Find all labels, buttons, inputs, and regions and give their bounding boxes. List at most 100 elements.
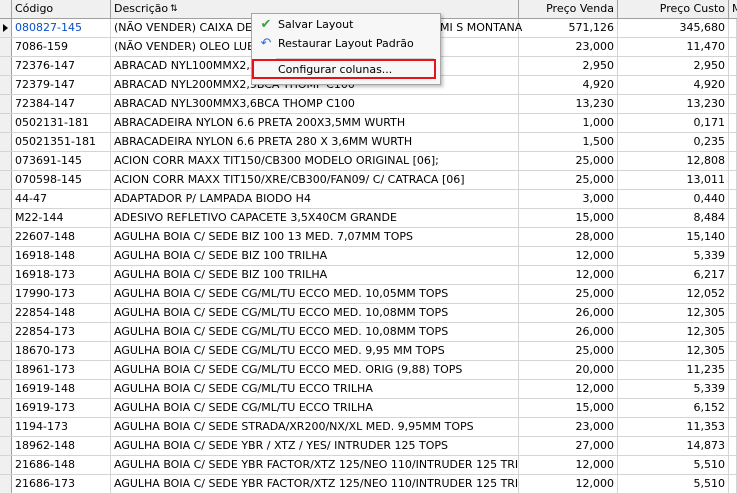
cell-preco-venda[interactable]: 1,000 (519, 114, 618, 132)
cell-descricao[interactable]: ACION CORR MAXX TIT150/XRE/CB300/FAN09/ … (111, 171, 519, 189)
table-row[interactable]: 16918-173 AGULHA BOIA C/ SEDE BIZ 100 TRI… (0, 266, 737, 285)
cell-preco-venda[interactable]: 25,000 (519, 342, 618, 360)
cell-preco-custo[interactable]: 0,235 (618, 133, 729, 151)
cell-extra[interactable] (729, 342, 737, 360)
row-indicator[interactable] (0, 399, 12, 417)
cell-descricao[interactable]: ADAPTADOR P/ LAMPADA BIODO H4 (111, 190, 519, 208)
cell-extra[interactable] (729, 76, 737, 94)
table-row[interactable]: M22-144 ADESIVO REFLETIVO CAPACETE 3,5X40… (0, 209, 737, 228)
cell-extra[interactable] (729, 266, 737, 284)
cell-codigo[interactable]: 17990-173 (12, 285, 111, 303)
cell-preco-venda[interactable]: 27,000 (519, 437, 618, 455)
cell-extra[interactable] (729, 190, 737, 208)
row-indicator[interactable] (0, 133, 12, 151)
table-row[interactable]: 17990-173 AGULHA BOIA C/ SEDE CG/ML/TU EC… (0, 285, 737, 304)
cell-descricao[interactable]: AGULHA BOIA C/ SEDE CG/ML/TU ECCO MED. O… (111, 361, 519, 379)
row-indicator[interactable] (0, 247, 12, 265)
cell-extra[interactable] (729, 456, 737, 474)
table-row[interactable]: 16918-148 AGULHA BOIA C/ SEDE BIZ 100 TRI… (0, 247, 737, 266)
cell-codigo[interactable]: 16919-173 (12, 399, 111, 417)
cell-preco-venda[interactable]: 4,920 (519, 76, 618, 94)
cell-preco-custo[interactable]: 12,305 (618, 342, 729, 360)
cell-extra[interactable] (729, 57, 737, 75)
header-preco-custo[interactable]: Preço Custo (618, 0, 729, 18)
row-indicator[interactable] (0, 361, 12, 379)
cell-descricao[interactable]: AGULHA BOIA C/ SEDE CG/ML/TU ECCO MED. 1… (111, 304, 519, 322)
cell-preco-custo[interactable]: 5,510 (618, 475, 729, 493)
cell-preco-venda[interactable]: 12,000 (519, 247, 618, 265)
cell-preco-venda[interactable]: 12,000 (519, 380, 618, 398)
cell-codigo[interactable]: M22-144 (12, 209, 111, 227)
cell-preco-custo[interactable]: 12,305 (618, 323, 729, 341)
row-indicator[interactable] (0, 342, 12, 360)
cell-descricao[interactable]: AGULHA BOIA C/ SEDE CG/ML/TU ECCO TRILHA (111, 399, 519, 417)
table-row[interactable]: 1194-173 AGULHA BOIA C/ SEDE STRADA/XR200… (0, 418, 737, 437)
cell-preco-venda[interactable]: 13,230 (519, 95, 618, 113)
row-indicator[interactable] (0, 209, 12, 227)
row-indicator[interactable] (0, 114, 12, 132)
cell-extra[interactable] (729, 114, 737, 132)
cell-extra[interactable] (729, 399, 737, 417)
cell-descricao[interactable]: AGULHA BOIA C/ SEDE CG/ML/TU ECCO MED. 1… (111, 323, 519, 341)
table-row[interactable]: 0502131-181 ABRACADEIRA NYLON 6.6 PRETA 2… (0, 114, 737, 133)
row-indicator[interactable] (0, 475, 12, 493)
cell-preco-custo[interactable]: 12,305 (618, 304, 729, 322)
header-codigo[interactable]: Código (12, 0, 111, 18)
cell-preco-venda[interactable]: 15,000 (519, 399, 618, 417)
cell-codigo[interactable]: 070598-145 (12, 171, 111, 189)
cell-descricao[interactable]: AGULHA BOIA C/ SEDE BIZ 100 13 MED. 7,07… (111, 228, 519, 246)
header-extra[interactable]: M (729, 0, 737, 18)
table-row[interactable]: 18670-173 AGULHA BOIA C/ SEDE CG/ML/TU EC… (0, 342, 737, 361)
table-row[interactable]: 44-47 ADAPTADOR P/ LAMPADA BIODO H4 3,000 0… (0, 190, 737, 209)
cell-codigo[interactable]: 16918-148 (12, 247, 111, 265)
table-row[interactable]: 18962-148 AGULHA BOIA C/ SEDE YBR / XTZ /… (0, 437, 737, 456)
cell-descricao[interactable]: ABRACAD NYL300MMX3,6BCA THOMP C100 (111, 95, 519, 113)
row-indicator[interactable] (0, 152, 12, 170)
row-indicator[interactable] (0, 304, 12, 322)
row-indicator[interactable] (0, 171, 12, 189)
cell-descricao[interactable]: ABRACADEIRA NYLON 6.6 PRETA 200X3,5MM WU… (111, 114, 519, 132)
table-row[interactable]: 72384-147 ABRACAD NYL300MMX3,6BCA THOMP C… (0, 95, 737, 114)
cell-extra[interactable] (729, 38, 737, 56)
cell-codigo[interactable]: 72379-147 (12, 76, 111, 94)
cell-descricao[interactable]: AGULHA BOIA C/ SEDE BIZ 100 TRILHA (111, 247, 519, 265)
cell-preco-venda[interactable]: 20,000 (519, 361, 618, 379)
cell-descricao[interactable]: AGULHA BOIA C/ SEDE YBR / XTZ / YES/ INT… (111, 437, 519, 455)
cell-preco-custo[interactable]: 11,235 (618, 361, 729, 379)
cell-descricao[interactable]: ADESIVO REFLETIVO CAPACETE 3,5X40CM GRAN… (111, 209, 519, 227)
cell-extra[interactable] (729, 323, 737, 341)
table-row[interactable]: 21686-173 AGULHA BOIA C/ SEDE YBR FACTOR/… (0, 475, 737, 494)
menu-item-restore-layout[interactable]: ↶ Restaurar Layout Padrão (254, 35, 437, 53)
row-indicator[interactable] (0, 38, 12, 56)
cell-preco-venda[interactable]: 25,000 (519, 285, 618, 303)
cell-extra[interactable] (729, 171, 737, 189)
cell-preco-custo[interactable]: 5,339 (618, 380, 729, 398)
row-indicator[interactable] (0, 323, 12, 341)
cell-preco-venda[interactable]: 25,000 (519, 171, 618, 189)
cell-descricao[interactable]: ACION CORR MAXX TIT150/CB300 MODELO ORIG… (111, 152, 519, 170)
cell-codigo[interactable]: 1194-173 (12, 418, 111, 436)
cell-preco-custo[interactable]: 11,470 (618, 38, 729, 56)
cell-preco-custo[interactable]: 0,171 (618, 114, 729, 132)
cell-codigo[interactable]: 080827-145 (12, 19, 111, 37)
menu-item-configure-columns[interactable]: Configurar colunas... (252, 59, 436, 79)
cell-descricao[interactable]: AGULHA BOIA C/ SEDE YBR FACTOR/XTZ 125/N… (111, 456, 519, 474)
cell-extra[interactable] (729, 285, 737, 303)
cell-codigo[interactable]: 72376-147 (12, 57, 111, 75)
cell-preco-custo[interactable]: 13,230 (618, 95, 729, 113)
row-indicator[interactable] (0, 19, 12, 37)
cell-preco-custo[interactable]: 12,052 (618, 285, 729, 303)
cell-descricao[interactable]: ABRACADEIRA NYLON 6.6 PRETA 280 X 3,6MM … (111, 133, 519, 151)
row-indicator[interactable] (0, 266, 12, 284)
cell-preco-venda[interactable]: 26,000 (519, 323, 618, 341)
cell-codigo[interactable]: 05021351-181 (12, 133, 111, 151)
table-row[interactable]: 073691-145 ACION CORR MAXX TIT150/CB300 M… (0, 152, 737, 171)
cell-codigo[interactable]: 22854-148 (12, 304, 111, 322)
cell-preco-custo[interactable]: 0,440 (618, 190, 729, 208)
cell-extra[interactable] (729, 95, 737, 113)
row-indicator[interactable] (0, 285, 12, 303)
cell-preco-custo[interactable]: 11,353 (618, 418, 729, 436)
cell-extra[interactable] (729, 133, 737, 151)
cell-preco-venda[interactable]: 23,000 (519, 418, 618, 436)
table-row[interactable]: 21686-148 AGULHA BOIA C/ SEDE YBR FACTOR/… (0, 456, 737, 475)
